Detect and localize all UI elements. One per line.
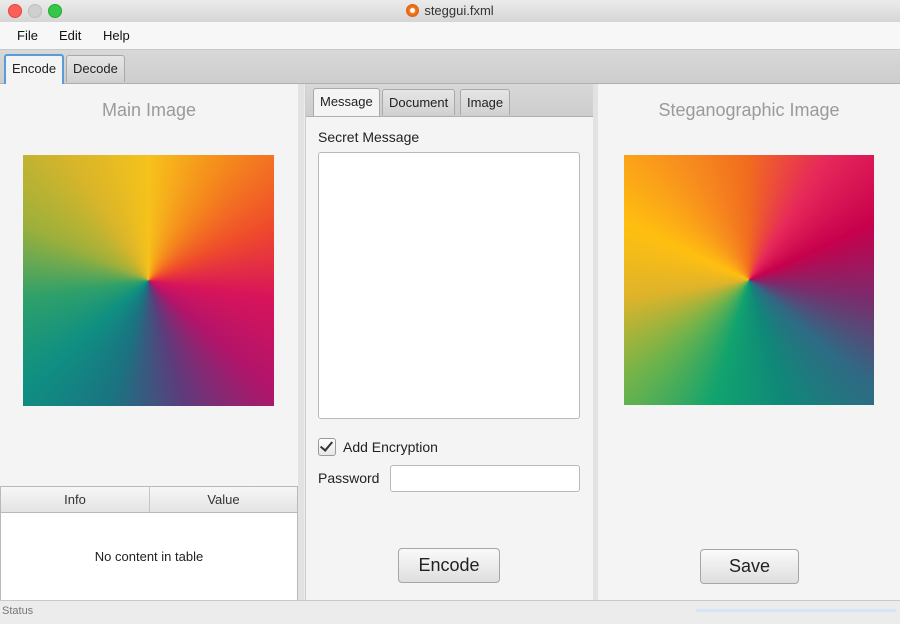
menu-edit[interactable]: Edit [59, 28, 81, 43]
split-divider-left[interactable] [298, 84, 304, 600]
steganographic-image-panel: Steganographic Image Save [598, 84, 900, 600]
password-field[interactable] [390, 465, 580, 492]
tab-image[interactable]: Image [460, 89, 511, 115]
status-text: Status [2, 605, 34, 617]
tab-message[interactable]: Message [313, 88, 380, 116]
add-encryption-label[interactable]: Add Encryption [343, 439, 438, 455]
steganographic-image[interactable] [624, 155, 874, 405]
menu-file[interactable]: File [17, 28, 38, 43]
table-empty-message: No content in table [94, 549, 204, 564]
menu-help[interactable]: Help [103, 28, 130, 43]
column-header-info[interactable]: Info [1, 487, 150, 512]
add-encryption-checkbox[interactable] [318, 438, 336, 456]
window-title-group: steggui.fxml [0, 3, 900, 18]
title-bar: steggui.fxml [0, 0, 900, 23]
tab-document[interactable]: Document [382, 89, 456, 115]
main-tab-bar: Encode Decode [0, 50, 900, 84]
encode-button[interactable]: Encode [398, 548, 500, 583]
progress-bar [696, 609, 896, 612]
window-title: steggui.fxml [424, 3, 494, 18]
info-table: Info Value No content in table [0, 486, 298, 602]
column-header-value[interactable]: Value [150, 487, 297, 512]
status-bar: Status [0, 600, 900, 624]
app-icon [406, 4, 420, 17]
secret-message-label: Secret Message [318, 129, 420, 145]
tab-decode[interactable]: Decode [66, 55, 125, 82]
checkmark-icon [319, 438, 334, 452]
message-panel: Message Document Image Secret Message Ad… [305, 84, 595, 600]
secret-message-input[interactable] [318, 152, 580, 419]
table-header: Info Value [1, 487, 297, 513]
main-image[interactable] [23, 155, 274, 406]
password-label: Password [318, 470, 380, 486]
main-image-panel: Main Image Info Value No content in tabl… [0, 84, 298, 602]
menu-bar: File Edit Help [0, 22, 900, 50]
tab-encode[interactable]: Encode [4, 54, 65, 84]
save-button[interactable]: Save [700, 549, 799, 584]
main-image-title: Main Image [101, 100, 197, 120]
payload-tab-bar: Message Document Image [306, 84, 594, 117]
steganographic-image-title: Steganographic Image [658, 100, 840, 120]
